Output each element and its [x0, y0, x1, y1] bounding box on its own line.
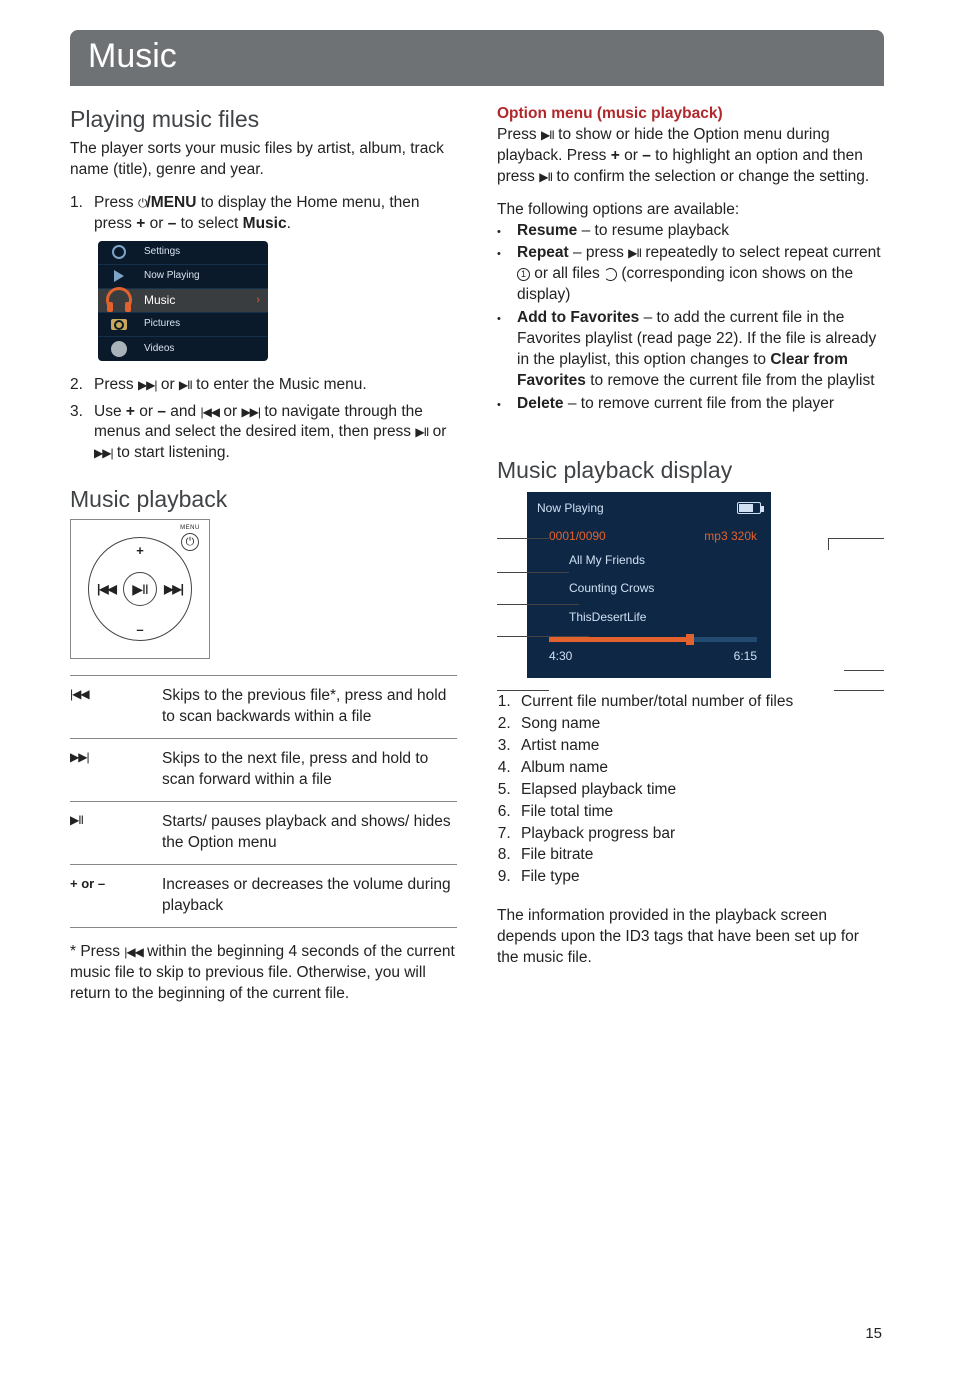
- legend-item: File total time: [515, 802, 884, 823]
- artist-name: Counting Crows: [527, 572, 771, 600]
- repeat-all-icon: [604, 268, 617, 281]
- home-menu-screenshot: Settings Now Playing Music› Pictures Vid…: [98, 241, 268, 361]
- option-delete: Delete – to remove current file from the…: [517, 394, 884, 415]
- legend-item: File type: [515, 867, 884, 888]
- prev-icon: |◀◀: [200, 405, 219, 419]
- now-playing-screenshot-wrapper: Now Playing 0001/0090 mp3 320k All My Fr…: [497, 492, 884, 678]
- prev-icon: |◀◀: [70, 686, 152, 728]
- next-icon: ▶▶|: [138, 378, 157, 392]
- next-icon: ▶▶|: [164, 581, 183, 597]
- option-resume: Resume – to resume playback: [517, 221, 884, 242]
- play-pause-icon: ▶II: [70, 812, 152, 854]
- next-icon: ▶▶|: [241, 405, 260, 419]
- legend-item: Current file number/total number of file…: [515, 692, 884, 713]
- control-desc-play: Starts/ pauses playback and shows/ hides…: [162, 812, 457, 854]
- plus-icon: +: [136, 542, 144, 560]
- play-pause-icon: ▶II: [179, 378, 192, 392]
- menu-item-settings: Settings: [140, 245, 268, 259]
- option-repeat: Repeat – press ▶II repeatedly to select …: [517, 243, 884, 306]
- menu-item-videos: Videos: [140, 342, 268, 356]
- closing-paragraph: The information provided in the playback…: [497, 906, 884, 969]
- menu-item-music: Music: [140, 292, 256, 308]
- minus-icon: –: [136, 621, 143, 639]
- settings-icon: [112, 245, 126, 259]
- repeat-one-icon: 1: [517, 268, 530, 281]
- page-number: 15: [865, 1324, 882, 1344]
- control-desc-prev: Skips to the previous file*, press and h…: [162, 686, 457, 728]
- legend-item: Playback progress bar: [515, 824, 884, 845]
- now-playing-header: Now Playing: [537, 500, 604, 516]
- step-2-text: Press ▶▶| or ▶II to enter the Music menu…: [94, 375, 457, 396]
- step-3-text: Use + or – and |◀◀ or ▶▶| to navigate th…: [94, 402, 457, 465]
- videos-icon: [111, 341, 127, 357]
- step-1-text: Press ⏻/MENU to display the Home menu, t…: [94, 193, 457, 235]
- play-pause-icon: ▶II: [541, 128, 554, 142]
- now-playing-screenshot: Now Playing 0001/0090 mp3 320k All My Fr…: [527, 492, 771, 678]
- play-pause-icon: ▶II: [628, 246, 641, 260]
- heading-option-menu: Option menu (music playback): [497, 104, 884, 125]
- elapsed-time: 4:30: [549, 648, 572, 664]
- legend-item: Artist name: [515, 736, 884, 757]
- legend-item: Song name: [515, 714, 884, 735]
- codec-bitrate: mp3 320k: [704, 528, 757, 544]
- page-title-banner: Music: [70, 30, 884, 86]
- legend-item: Elapsed playback time: [515, 780, 884, 801]
- chevron-right-icon: ›: [256, 293, 268, 308]
- display-legend-list: Current file number/total number of file…: [497, 692, 884, 888]
- total-time: 6:15: [734, 648, 757, 664]
- step-number: 3.: [70, 402, 94, 465]
- song-name: All My Friends: [527, 544, 771, 572]
- camera-icon: [111, 319, 127, 330]
- volume-keys-label: + or –: [70, 875, 152, 917]
- controls-table: |◀◀ Skips to the previous file*, press a…: [70, 675, 457, 927]
- step-number: 2.: [70, 375, 94, 396]
- progress-bar: [549, 637, 757, 642]
- file-count: 0001/0090: [549, 528, 606, 544]
- menu-button-icon: MENU ⏻: [179, 524, 201, 551]
- heading-music-playback: Music playback: [70, 484, 457, 515]
- menu-item-now-playing: Now Playing: [140, 269, 268, 283]
- step-number: 1.: [70, 193, 94, 235]
- menu-item-pictures: Pictures: [140, 317, 268, 331]
- control-pad-illustration: MENU ⏻ + – |◀◀ ▶▶| ▶II: [70, 519, 210, 659]
- heading-playback-display: Music playback display: [497, 455, 884, 486]
- headphones-icon: [106, 287, 132, 313]
- control-desc-next: Skips to the next file, press and hold t…: [162, 749, 457, 791]
- battery-icon: [737, 502, 761, 514]
- option-favorites: Add to Favorites – to add the current fi…: [517, 308, 884, 392]
- legend-item: Album name: [515, 758, 884, 779]
- footnote-text: * Press |◀◀ within the beginning 4 secon…: [70, 942, 457, 1005]
- play-pause-icon: ▶II: [415, 425, 428, 439]
- prev-icon: |◀◀: [97, 581, 116, 597]
- power-icon: ⏻: [186, 535, 195, 550]
- heading-playing-music-files: Playing music files: [70, 104, 457, 135]
- prev-icon: |◀◀: [124, 945, 143, 959]
- options-available-text: The following options are available:: [497, 200, 884, 221]
- legend-item: File bitrate: [515, 845, 884, 866]
- next-icon: ▶▶|: [70, 749, 152, 791]
- option-menu-paragraph: Press ▶II to show or hide the Option men…: [497, 125, 884, 188]
- control-desc-volume: Increases or decreases the volume during…: [162, 875, 457, 917]
- intro-paragraph: The player sorts your music files by art…: [70, 139, 457, 181]
- play-pause-icon: ▶II: [539, 170, 552, 184]
- next-icon: ▶▶|: [94, 446, 113, 460]
- play-triangle-icon: [114, 270, 124, 282]
- play-pause-icon: ▶II: [132, 580, 148, 599]
